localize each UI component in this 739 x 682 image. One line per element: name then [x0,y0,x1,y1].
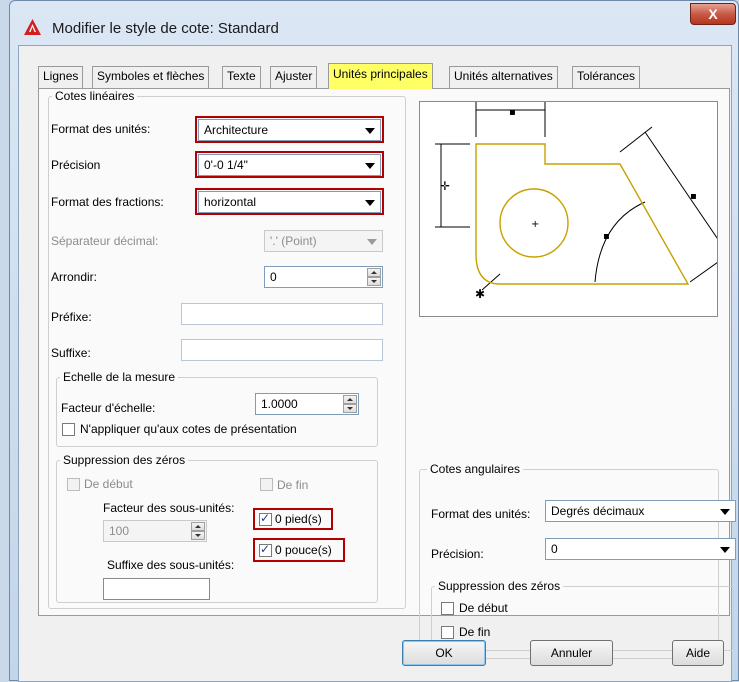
spin-down-button[interactable] [343,404,357,413]
trailing-zero-label: De fin [277,478,309,492]
preview-drawing: ▪ ✛ ▪ ▪ ✱ + [435,102,736,301]
precision-select[interactable]: 0'-0 1/4" [198,154,381,176]
sub-units-suffix-label: Suffixe des sous-unités: [107,558,235,572]
tab-unites-alternatives[interactable]: Unités alternatives [449,66,558,88]
fraction-format-label: Format des fractions: [51,195,164,209]
angular-precision-value: 0 [551,542,558,556]
svg-text:▪: ▪ [690,191,697,202]
spin-up-button[interactable] [367,268,381,277]
decimal-separator-select[interactable]: '.' (Point) [264,230,383,252]
svg-text:✱: ✱ [475,287,485,301]
dimension-preview: ▪ ✛ ▪ ▪ ✱ + [419,101,736,317]
unit-format-label: Format des unités: [51,122,151,136]
title-bar[interactable]: Modifier le style de cote: Standard X [10,1,738,45]
linear-dims-group-label: Cotes linéaires [52,89,138,103]
angular-zero-suppression-label: Suppression des zéros [435,579,564,593]
tab-ajuster[interactable]: Ajuster [270,66,318,88]
tab-texte[interactable]: Texte [222,66,261,88]
spin-up-button[interactable] [191,522,205,531]
cancel-button[interactable]: Annuler [530,640,613,666]
svg-text:+: + [531,219,539,230]
round-label: Arrondir: [51,270,98,284]
decimal-separator-label: Séparateur décimal: [51,234,159,248]
tab-symboles-fleches[interactable]: Symboles et flèches [92,66,210,88]
sub-units-suffix-input[interactable] [103,578,210,600]
precision-value: 0'-0 1/4" [204,158,248,172]
zero-inches-checkbox[interactable]: ✓ [259,542,272,557]
dialog-window: Modifier le style de cote: Standard X Li… [9,0,739,682]
chevron-down-icon [720,547,730,553]
angular-precision-select[interactable]: 0 [545,538,736,560]
zero-inches-label: 0 pouce(s) [275,543,332,557]
prefix-label: Préfixe: [51,310,92,324]
layout-only-checkbox[interactable] [62,423,75,436]
precision-label: Précision [51,158,101,172]
sub-units-factor-value: 100 [109,524,130,538]
tab-tolerances[interactable]: Tolérances [572,66,641,88]
round-value: 0 [270,270,277,284]
ok-button[interactable]: OK [402,640,486,666]
checkmark-icon: ✓ [260,511,271,525]
leading-zero-checkbox[interactable] [67,478,80,491]
dialog-client: Lignes Symboles et flèches Texte Ajuster… [18,45,736,682]
svg-text:▪: ▪ [509,107,516,118]
spin-up-button[interactable] [343,395,357,404]
chevron-down-icon [365,128,375,134]
zero-suppression-group-label: Suppression des zéros [60,453,189,467]
scale-factor-value: 1.0000 [261,397,298,411]
help-button[interactable]: Aide [672,640,724,666]
angular-precision-label: Précision: [431,547,484,561]
trailing-zero-checkbox[interactable] [260,478,273,491]
window-title: Modifier le style de cote: Standard [52,20,279,37]
angular-leading-zero-checkbox[interactable] [441,602,454,615]
scale-factor-spinner[interactable]: 1.0000 [255,393,359,415]
scale-group-label: Echelle de la mesure [60,370,179,384]
chevron-down-icon [367,239,377,245]
angular-unit-format-label: Format des unités: [431,507,531,521]
chevron-down-icon [720,509,730,515]
svg-text:✛: ✛ [440,179,450,193]
scale-factor-label: Facteur d'échelle: [61,401,156,415]
suffix-input[interactable] [181,339,383,361]
prefix-input[interactable] [181,303,383,325]
angular-dims-group-label: Cotes angulaires [427,462,524,476]
sub-units-factor-spinner[interactable]: 100 [103,520,207,542]
round-spinner[interactable]: 0 [264,266,383,288]
fraction-format-select[interactable]: horizontal [198,191,381,213]
fraction-format-value: horizontal [204,195,257,209]
chevron-down-icon [365,200,375,206]
angular-unit-format-select[interactable]: Degrés décimaux [545,500,736,522]
decimal-separator-value: '.' (Point) [270,234,317,248]
angular-leading-zero-label: De début [459,601,508,615]
zero-feet-checkbox[interactable]: ✓ [259,511,272,526]
angular-trailing-zero-checkbox[interactable] [441,626,454,639]
sub-units-factor-label: Facteur des sous-unités: [103,501,235,515]
zero-feet-label: 0 pied(s) [275,512,322,526]
leading-zero-label: De début [84,477,133,491]
tab-lignes[interactable]: Lignes [38,66,84,88]
autocad-logo-icon [24,19,41,35]
angular-unit-format-value: Degrés décimaux [551,504,645,518]
svg-text:▪: ▪ [603,231,610,242]
unit-format-value: Architecture [204,123,269,137]
angular-trailing-zero-label: De fin [459,625,491,639]
tab-panel: Cotes linéaires Format des unités: Archi… [38,88,736,659]
tab-unites-principales[interactable]: Unités principales [328,63,433,89]
close-button[interactable]: X [690,3,736,25]
spin-down-button[interactable] [191,531,205,540]
chevron-down-icon [365,163,375,169]
layout-only-label: N'appliquer qu'aux cotes de présentation [80,422,297,436]
spin-down-button[interactable] [367,277,381,286]
suffix-label: Suffixe: [51,346,91,360]
checkmark-icon: ✓ [260,542,271,556]
unit-format-select[interactable]: Architecture [198,119,381,141]
